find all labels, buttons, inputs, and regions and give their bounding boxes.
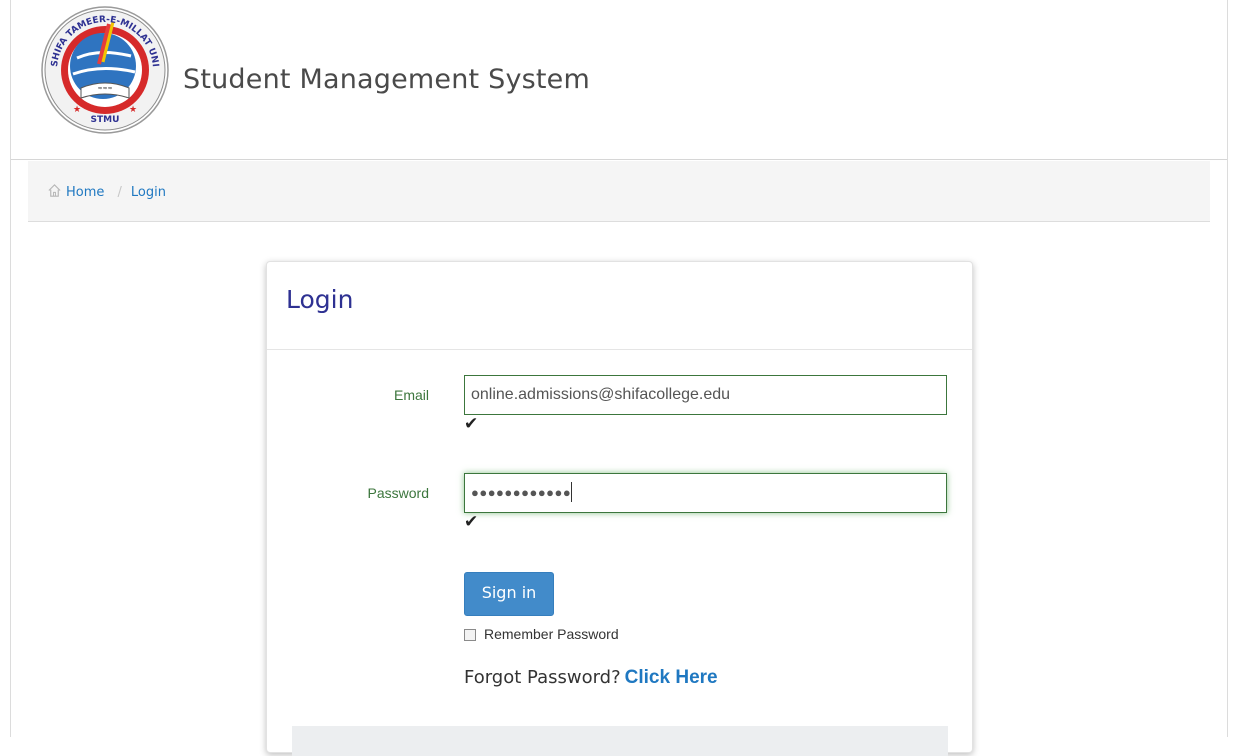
remember-password: Remember Password — [464, 626, 619, 642]
breadcrumb-login[interactable]: Login — [131, 185, 166, 200]
breadcrumb-home-label: Home — [66, 185, 105, 200]
remember-password-label: Remember Password — [484, 626, 619, 642]
breadcrumb-separator: / — [117, 185, 122, 200]
forgot-password: Forgot Password? Click Here — [464, 667, 718, 689]
sign-in-button[interactable]: Sign in — [464, 572, 554, 616]
login-panel: Login Email online.admissions@shifacolle… — [266, 261, 973, 756]
breadcrumb: Home / Login — [47, 183, 166, 200]
password-valid-checkmark-icon: ✔ — [464, 512, 479, 531]
email-valid-checkmark-icon: ✔ — [464, 414, 479, 433]
logo-abbreviation: STMU — [91, 115, 120, 125]
svg-text:★: ★ — [129, 104, 137, 114]
forgot-password-link[interactable]: Click Here — [625, 667, 718, 688]
login-panel-header: Login — [267, 262, 972, 350]
breadcrumb-home[interactable]: Home — [47, 184, 109, 200]
home-icon — [48, 184, 61, 197]
site-header: ≈≈≈ SHIFA TAMEER-E-MILLAT UNIVERSITY STM… — [11, 0, 1227, 160]
email-field[interactable]: online.admissions@shifacollege.edu — [464, 375, 947, 415]
login-title: Login — [286, 285, 354, 314]
svg-text:★: ★ — [73, 104, 81, 114]
university-logo: ≈≈≈ SHIFA TAMEER-E-MILLAT UNIVERSITY STM… — [39, 4, 169, 134]
remember-password-checkbox[interactable] — [464, 629, 476, 641]
breadcrumb-bar: Home / Login — [28, 161, 1210, 222]
password-label: Password — [367, 485, 429, 501]
password-field[interactable]: ●●●●●●●●●●●● — [464, 473, 947, 513]
login-panel-footer — [292, 726, 948, 756]
email-label: Email — [393, 387, 429, 403]
svg-text:≈≈≈: ≈≈≈ — [97, 85, 112, 92]
text-caret — [571, 482, 573, 502]
app-title: Student Management System — [183, 64, 590, 95]
forgot-password-text: Forgot Password? — [464, 667, 621, 688]
password-value: ●●●●●●●●●●●● — [471, 485, 572, 500]
email-value: online.admissions@shifacollege.edu — [471, 386, 731, 403]
